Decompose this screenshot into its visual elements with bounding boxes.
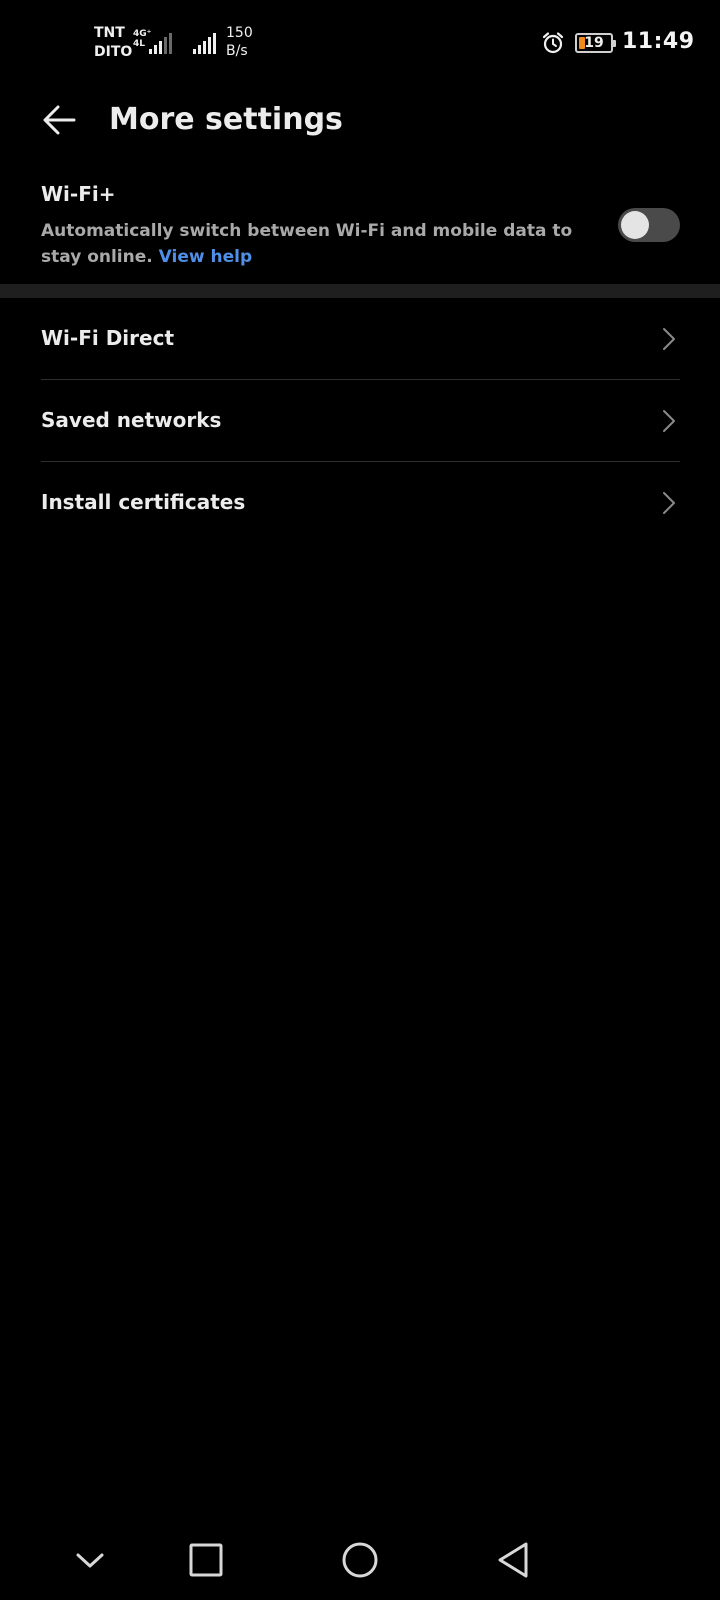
chevron-down-icon <box>76 1553 104 1568</box>
arrow-left-icon <box>43 105 76 135</box>
chevron-right-icon <box>663 492 675 514</box>
wifi-plus-setting: Wi-Fi+ Automatically switch between Wi-F… <box>0 176 720 284</box>
list-item-wifi-direct[interactable]: Wi-Fi Direct <box>0 298 720 380</box>
chevron-right-icon <box>663 410 675 432</box>
list-item-label: Saved networks <box>41 408 222 432</box>
carrier-labels: TNT DITO <box>94 24 132 62</box>
list-item-label: Wi-Fi Direct <box>41 326 174 350</box>
speed-unit: B/s <box>226 43 248 59</box>
battery-level: 19 <box>584 35 604 51</box>
speed-value: 150 <box>226 25 253 41</box>
signal-icon <box>193 32 216 54</box>
wifi-plus-description-text: Automatically switch between Wi-Fi and m… <box>41 221 573 267</box>
page-title: More settings <box>109 102 343 137</box>
clock: 11:49 <box>622 29 695 54</box>
list-item-install-certificates[interactable]: Install certificates <box>0 462 720 544</box>
triangle-back-icon <box>498 1542 528 1578</box>
list-item-label: Install certificates <box>41 490 246 514</box>
signal-icon <box>149 32 172 54</box>
nav-collapse-button[interactable] <box>62 1520 118 1600</box>
carrier-1: TNT <box>94 25 125 41</box>
chevron-right-icon <box>663 328 675 350</box>
nav-home-button[interactable] <box>332 1520 388 1600</box>
alarm-icon <box>542 32 564 54</box>
nav-back-button[interactable] <box>486 1520 542 1600</box>
settings-list: Wi-Fi Direct Saved networks Install cert… <box>0 298 720 544</box>
wifi-plus-title: Wi-Fi+ <box>41 182 116 206</box>
nav-recents-button[interactable] <box>178 1520 234 1600</box>
view-help-link[interactable]: View help <box>159 247 252 267</box>
toggle-knob <box>621 211 649 239</box>
wifi-plus-description: Automatically switch between Wi-Fi and m… <box>41 218 601 270</box>
circle-icon <box>342 1542 378 1578</box>
section-separator <box>0 284 720 298</box>
wifi-plus-toggle[interactable] <box>618 208 680 242</box>
status-bar: TNT DITO 4G⁺ 4L 150 B/s 19 11:49 <box>0 0 720 80</box>
list-item-saved-networks[interactable]: Saved networks <box>0 380 720 462</box>
navigation-bar <box>0 1520 720 1600</box>
carrier-2: DITO <box>94 44 133 60</box>
battery-icon: 19 <box>575 33 616 53</box>
screen: TNT DITO 4G⁺ 4L 150 B/s 19 11:49 More se… <box>0 0 720 1600</box>
back-button[interactable] <box>36 96 84 144</box>
square-icon <box>189 1543 223 1577</box>
network-speed: 150 B/s <box>226 24 253 60</box>
